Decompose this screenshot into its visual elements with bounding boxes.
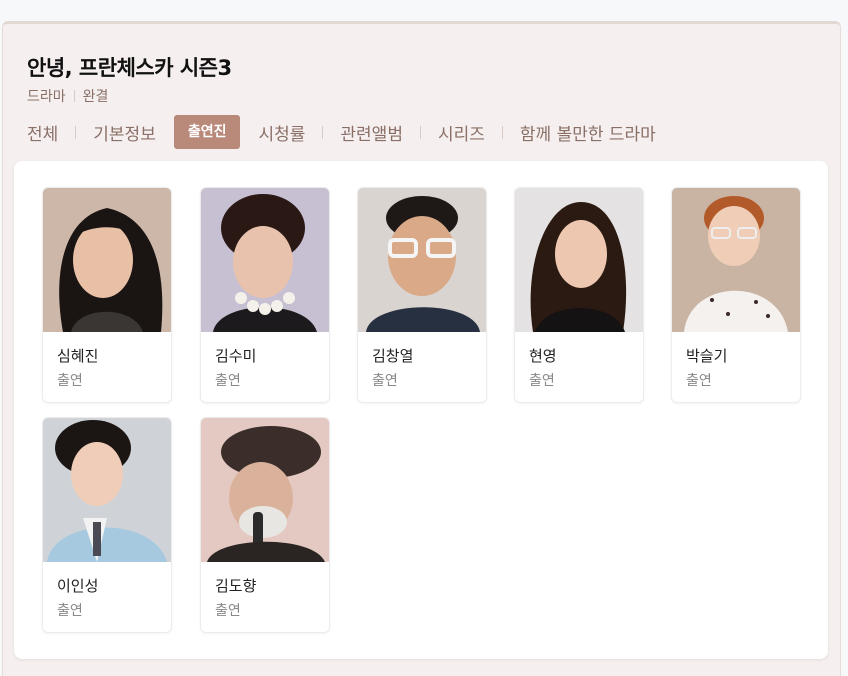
cast-photo [43,418,171,562]
cast-photo [358,188,486,332]
status-label: 완결 [82,89,109,105]
cast-card[interactable]: 현영 출연 [514,187,644,403]
tab-divider [322,125,324,139]
tab-bar: 전체 기본정보 출연진 시청률 관련앨범 시리즈 함께 볼만한 드라마 [27,115,656,149]
cast-photo [201,418,329,562]
cast-card[interactable]: 이인성 출연 [42,417,172,633]
cast-name: 심혜진 [57,347,99,365]
cast-role: 출연 [372,373,398,389]
tab-similar-dramas[interactable]: 함께 볼만한 드라마 [520,120,656,145]
tab-ratings[interactable]: 시청률 [258,120,305,145]
meta-divider [73,90,75,102]
cast-photo [672,188,800,332]
tab-related-albums[interactable]: 관련앨범 [340,120,403,145]
cast-photo [43,188,171,332]
cast-name: 김도향 [215,577,257,595]
cast-role: 출연 [57,373,83,389]
cast-role: 출연 [57,603,83,619]
tab-cast[interactable]: 출연진 [173,115,241,149]
cast-name: 박슬기 [686,347,728,365]
cast-name: 현영 [529,347,557,365]
cast-photo [515,188,643,332]
cast-role: 출연 [215,373,241,389]
cast-role: 출연 [529,373,555,389]
tab-series[interactable]: 시리즈 [438,120,485,145]
cast-card[interactable]: 박슬기 출연 [671,187,801,403]
tab-divider [419,125,421,139]
cast-card[interactable]: 김창열 출연 [357,187,487,403]
tab-divider [75,125,77,139]
cast-name: 김창열 [372,347,414,365]
genre-label: 드라마 [27,89,66,105]
cast-name: 이인성 [57,577,99,595]
cast-card[interactable]: 김도향 출연 [200,417,330,633]
cast-card[interactable]: 심혜진 출연 [42,187,172,403]
tab-divider [501,125,503,139]
tab-all[interactable]: 전체 [27,120,58,145]
cast-grid: 심혜진 출연 김수미 출연 김창열 출연 현영 출연 박슬기 출연 이인성 출연… [14,161,828,659]
drama-meta: 드라마 완결 [27,86,108,106]
cast-photo [201,188,329,332]
cast-role: 출연 [215,603,241,619]
cast-name: 김수미 [215,347,257,365]
page-title: 안녕, 프란체스카 시즌3 [27,56,232,80]
tab-basic-info[interactable]: 기본정보 [93,120,156,145]
cast-card[interactable]: 김수미 출연 [200,187,330,403]
cast-role: 출연 [686,373,712,389]
